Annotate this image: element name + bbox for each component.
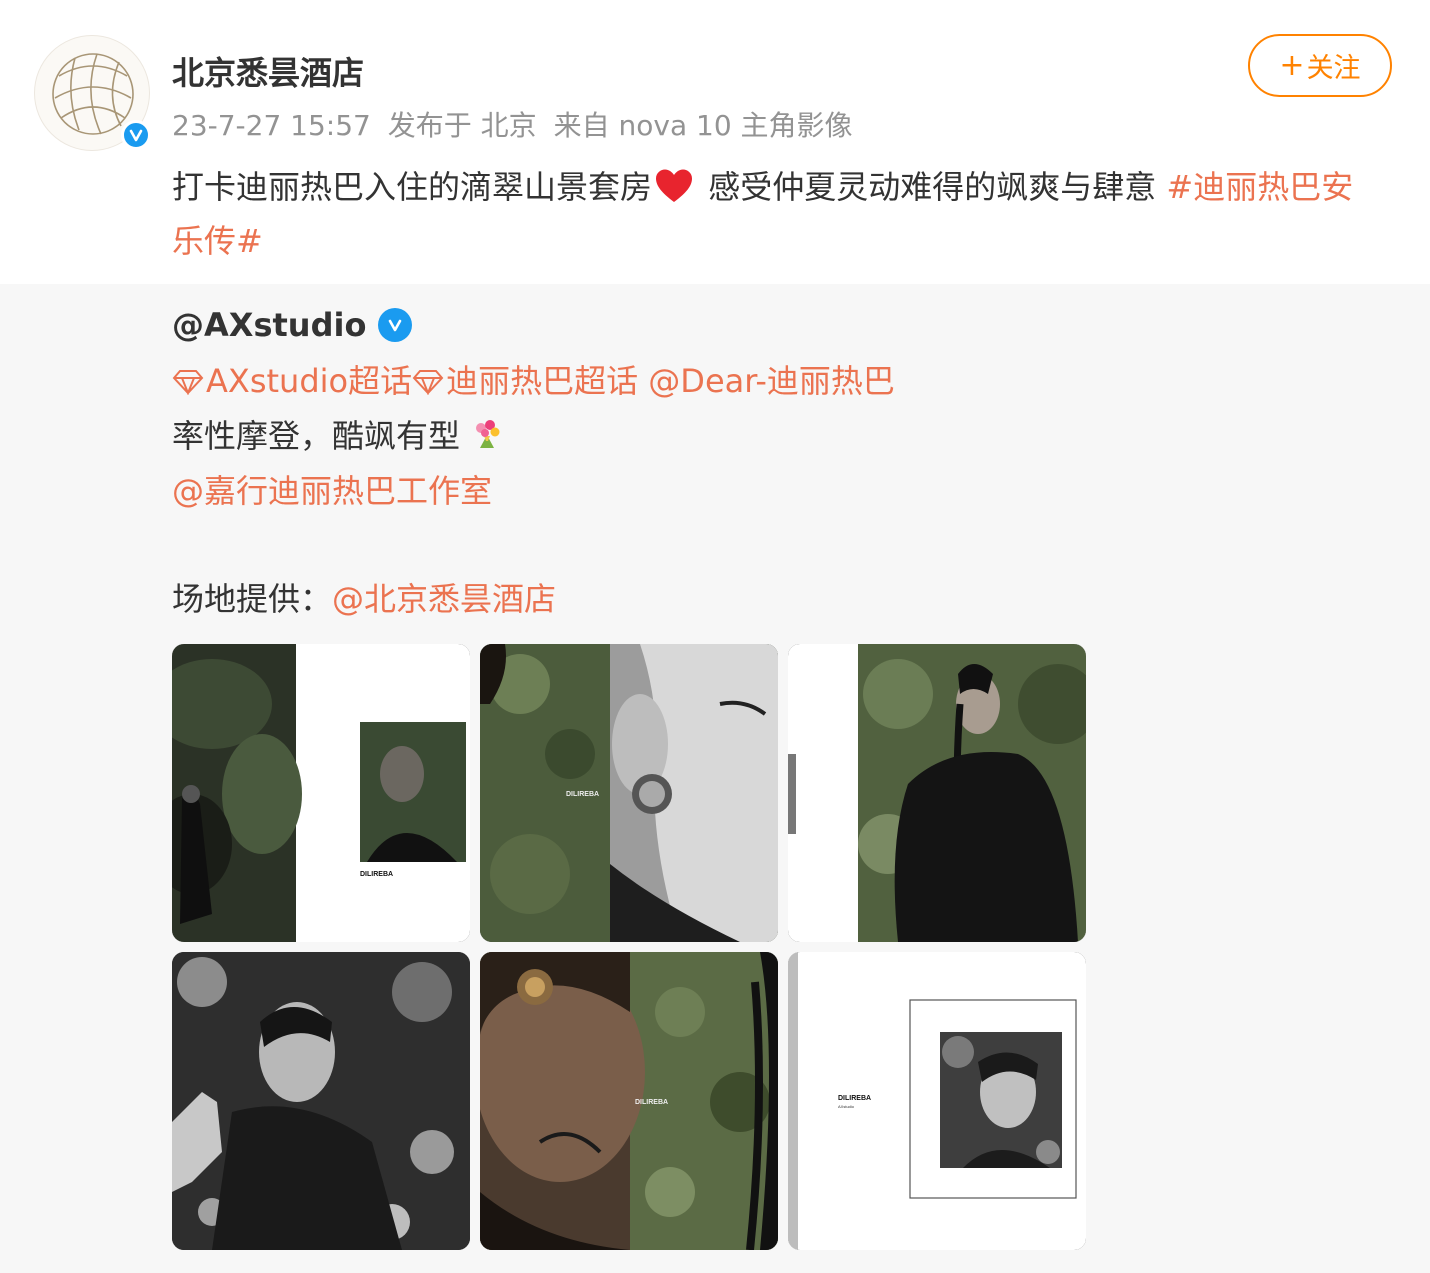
venue-label: 场地提供： (172, 580, 333, 618)
author-name[interactable]: 北京悉昙酒店 (172, 48, 364, 94)
photo-tiny-text: AXstudio (838, 1104, 855, 1109)
post-source: 来自 nova 10 主角影像 (553, 109, 853, 142)
photo-thumbnail-6[interactable]: DILIREBA AXstudio (788, 952, 1086, 1250)
verified-badge-icon (378, 308, 413, 342)
post-body: 打卡迪丽热巴入住的滴翠山景套房 感受仲夏灵动难得的飒爽与肆意 #迪丽热巴安乐传# (172, 160, 1382, 268)
photo-brand-text: DILIREBA (360, 871, 393, 878)
studio-mention-line: @嘉行迪丽热巴工作室 (172, 466, 492, 512)
repost-caption: 率性摩登，酷飒有型 (172, 411, 504, 457)
super-topic-dilireba[interactable]: 迪丽热巴超话 (446, 362, 638, 400)
follow-label: 关注 (1306, 53, 1361, 84)
mention-studio[interactable]: @嘉行迪丽热巴工作室 (172, 472, 492, 510)
super-topic-line: AXstudio超话 迪丽热巴超话 @Dear-迪丽热巴 (172, 356, 895, 402)
verified-badge-icon (121, 120, 151, 150)
venue-line: 场地提供：@北京悉昙酒店 (172, 574, 556, 620)
follow-button[interactable]: + 关注 (1248, 34, 1392, 97)
diamond-super-topic-icon (172, 370, 204, 395)
photo-thumbnail-5[interactable]: DILIREBA (480, 952, 778, 1250)
diamond-super-topic-icon (412, 370, 444, 395)
photo-thumbnail-4[interactable] (172, 952, 470, 1250)
photo-brand-text: DILIREBA (635, 1099, 668, 1106)
mention-dear-dilireba[interactable]: @Dear-迪丽热巴 (648, 362, 895, 400)
photo-brand-text: DILIREBA (566, 791, 599, 798)
reposted-content: @AXstudio AXstudio超话 迪丽热巴超话 @Dear-迪丽热巴 率性… (0, 284, 1430, 1273)
photo-thumbnail-1[interactable]: DILIREBA (172, 644, 470, 942)
post-location: 发布于 北京 (387, 109, 537, 142)
post-text-after: 感受仲夏灵动难得的飒爽与肆意 (698, 168, 1167, 206)
repost-author[interactable]: @AXstudio (172, 306, 413, 344)
mention-venue[interactable]: @北京悉昙酒店 (332, 580, 556, 618)
bouquet-icon (476, 420, 500, 448)
post-meta: 23-7-27 15:57 发布于 北京 来自 nova 10 主角影像 (172, 104, 861, 144)
post-timestamp[interactable]: 23-7-27 15:57 (172, 109, 371, 142)
repost-author-name[interactable]: @AXstudio (172, 306, 366, 344)
post-text-before: 打卡迪丽热巴入住的滴翠山景套房 (172, 168, 653, 206)
author-avatar[interactable] (34, 35, 151, 151)
plus-icon: + (1279, 48, 1305, 83)
caption-text: 率性摩登，酷飒有型 (172, 417, 461, 455)
photo-thumbnail-2[interactable]: DILIREBA (480, 644, 778, 942)
photo-thumbnail-3[interactable] (788, 644, 1086, 942)
photo-brand-text: DILIREBA (838, 1095, 871, 1102)
super-topic-axstudio[interactable]: AXstudio超话 (206, 362, 412, 400)
red-heart-icon (656, 169, 693, 202)
